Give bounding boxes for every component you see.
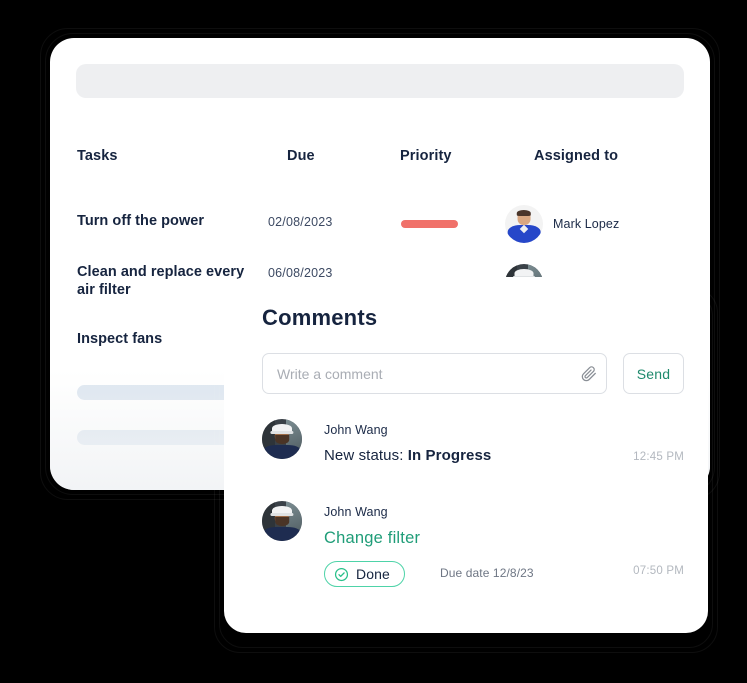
- status-badge-label: Done: [356, 566, 390, 582]
- comment-due-date: Due date 12/8/23: [440, 566, 534, 580]
- comment-text: New status: In Progress: [324, 447, 491, 464]
- toolbar-placeholder-bar: [76, 64, 684, 98]
- table-header-row: Tasks Due Priority Assigned to: [50, 148, 710, 172]
- column-header-priority: Priority: [400, 148, 452, 164]
- comment-task-link[interactable]: Change filter: [324, 529, 420, 548]
- task-due-date: 02/08/2023: [268, 215, 333, 229]
- column-header-due: Due: [287, 148, 315, 164]
- priority-indicator-high: [401, 220, 458, 228]
- avatar-john-wang: [262, 501, 302, 541]
- task-name: Turn off the power: [77, 213, 205, 229]
- comment-status-value: In Progress: [407, 447, 492, 464]
- comment-item: John Wang New status: In Progress 12:45 …: [262, 419, 684, 491]
- column-header-assigned: Assigned to: [534, 148, 619, 164]
- status-badge-done[interactable]: Done: [324, 561, 405, 587]
- paperclip-icon[interactable]: [572, 354, 606, 393]
- comment-composer: Send: [262, 353, 684, 394]
- avatar-john-wang: [262, 419, 302, 459]
- assignee-name: Mark Lopez: [553, 217, 620, 231]
- comment-timestamp: 07:50 PM: [633, 565, 684, 577]
- comments-card: Comments Send John Wang New status:: [224, 277, 708, 633]
- avatar-mark-lopez: [505, 205, 543, 243]
- check-circle-icon: [334, 567, 349, 582]
- comments-title: Comments: [262, 305, 378, 330]
- column-header-tasks: Tasks: [77, 148, 118, 164]
- comment-input-wrapper[interactable]: [262, 353, 607, 394]
- send-button[interactable]: Send: [623, 353, 684, 394]
- comment-item: John Wang Change filter Done Due date 12…: [262, 501, 684, 597]
- task-assignee[interactable]: Mark Lopez: [505, 205, 619, 243]
- comment-text-prefix: New status:: [324, 447, 404, 464]
- comment-author: John Wang: [324, 505, 388, 519]
- comment-author: John Wang: [324, 423, 388, 437]
- comment-timestamp: 12:45 PM: [633, 451, 684, 463]
- comment-input[interactable]: [263, 354, 572, 393]
- screenshot-stage: Tasks Due Priority Assigned to Turn off …: [0, 0, 747, 683]
